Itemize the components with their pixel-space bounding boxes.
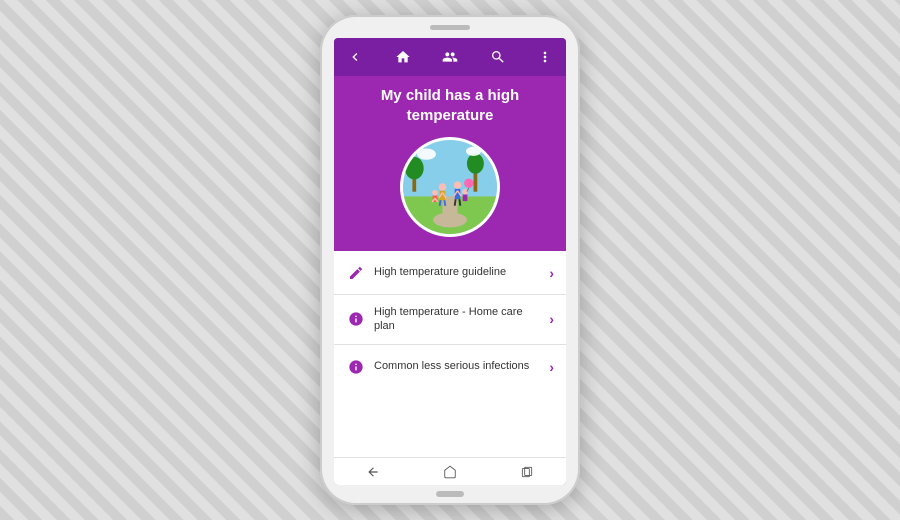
back-button[interactable] xyxy=(344,46,366,68)
chevron-right-icon-2: › xyxy=(549,311,554,327)
menu-item-guideline-label: High temperature guideline xyxy=(374,265,545,279)
search-button[interactable] xyxy=(487,46,509,68)
phone-speaker xyxy=(430,25,470,30)
info-icon-1 xyxy=(346,309,366,329)
menu-item-home-care[interactable]: High temperature - Home care plan › xyxy=(334,295,566,345)
chevron-right-icon-3: › xyxy=(549,359,554,375)
menu-item-infections-label: Common less serious infections xyxy=(374,359,545,373)
people-icon[interactable] xyxy=(439,46,461,68)
menu-item-guideline[interactable]: High temperature guideline › xyxy=(334,251,566,295)
info-icon-2 xyxy=(346,357,366,377)
android-recents-button[interactable] xyxy=(520,465,534,479)
hero-section: My child has a high temperature xyxy=(334,76,566,251)
more-options-button[interactable] xyxy=(534,46,556,68)
menu-list: High temperature guideline › High temper… xyxy=(334,251,566,457)
bottom-nav-bar xyxy=(334,457,566,485)
nav-bar xyxy=(334,38,566,76)
hero-title: My child has a high temperature xyxy=(344,86,556,125)
phone-home-button xyxy=(436,491,464,497)
phone-device: My child has a high temperature xyxy=(320,15,580,505)
android-home-button[interactable] xyxy=(443,465,457,479)
pencil-icon xyxy=(346,263,366,283)
hero-image xyxy=(400,137,500,237)
home-button[interactable] xyxy=(392,46,414,68)
phone-screen: My child has a high temperature xyxy=(334,38,566,485)
menu-item-home-care-label: High temperature - Home care plan xyxy=(374,305,545,334)
chevron-right-icon-1: › xyxy=(549,265,554,281)
android-back-button[interactable] xyxy=(366,465,380,479)
menu-item-infections[interactable]: Common less serious infections › xyxy=(334,345,566,389)
